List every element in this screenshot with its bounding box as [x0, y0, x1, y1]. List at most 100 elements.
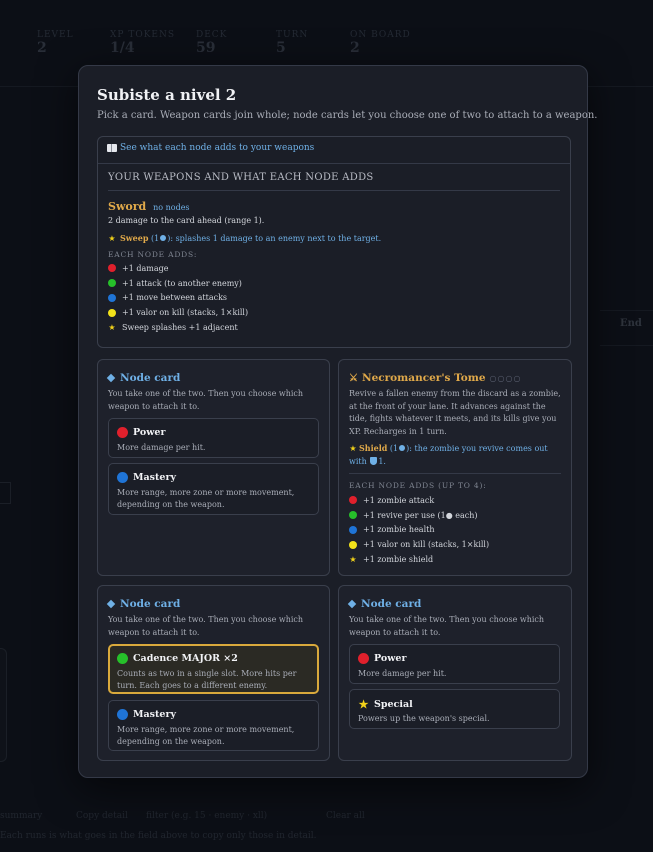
special-text: Sweep (1): splashes 1 damage to an enemy… — [120, 233, 381, 243]
special-cost: (1 — [389, 444, 399, 453]
special-name: Sweep — [120, 233, 149, 243]
star-icon: ★ — [349, 555, 357, 565]
card-description: You take one of the two. Then you choose… — [349, 615, 545, 637]
node-card[interactable]: Node card You take one of the two. Then … — [97, 359, 330, 576]
option-description: More damage per hit. — [358, 669, 447, 678]
special-name: Shield — [359, 443, 388, 453]
divider — [349, 473, 561, 474]
green-node-icon — [108, 279, 116, 288]
weapon-name: Sword no nodes — [108, 200, 190, 213]
list-item: +1 revive per use (1● each) — [349, 508, 489, 523]
option-title: Mastery — [117, 472, 176, 483]
node-option-cadence-major[interactable]: Cadence MAJOR ×2 Counts as two in a sing… — [108, 644, 319, 694]
modal-title: Subiste a nivel 2 — [97, 86, 237, 104]
node-option-mastery[interactable]: Mastery More range, more zone or more mo… — [108, 700, 319, 751]
crossed-swords-icon: ⚔ — [349, 372, 358, 384]
blue-node-icon — [117, 709, 128, 720]
list-item: +1 zombie attack — [349, 493, 489, 508]
list-item: +1 valor on kill (stacks, 1×kill) — [349, 537, 489, 552]
card-description: Revive a fallen enemy from the discard a… — [349, 389, 561, 436]
weapon-special: ★ Sweep (1): splashes 1 damage to an ene… — [108, 233, 381, 243]
weapon-card-necromancers-tome[interactable]: ⚔ Necromancer's Tome ○○○○ Revive a falle… — [338, 359, 572, 576]
level-up-modal: Subiste a nivel 2 Pick a card. Weapon ca… — [78, 65, 597, 778]
option-name: Power — [133, 427, 166, 438]
node-add-text: +1 damage — [122, 263, 169, 273]
each-node-heading: EACH NODE ADDS: — [108, 250, 198, 259]
option-description: Counts as two in a single slot. More hit… — [117, 669, 297, 690]
option-name: Mastery — [133, 472, 176, 483]
weapon-name-text: Sword — [108, 200, 147, 213]
node-card[interactable]: Node card You take one of the two. Then … — [338, 585, 572, 761]
node-add-text: +1 zombie health — [363, 525, 435, 535]
star-icon: ★ — [108, 323, 116, 333]
energy-icon — [399, 445, 406, 451]
weapons-info-toggle[interactable]: See what each node adds to your weapons — [107, 143, 314, 153]
yellow-node-icon — [108, 308, 116, 317]
card-title-text: Node card — [120, 372, 181, 384]
weapons-toggle-label: See what each node adds to your weapons — [120, 143, 315, 153]
book-icon — [107, 144, 117, 152]
green-node-icon — [117, 653, 128, 664]
special-cost: (1 — [150, 234, 160, 243]
card-title-text: Node card — [361, 598, 422, 610]
card-title: Node card — [347, 598, 422, 610]
diamond-icon — [106, 599, 116, 609]
option-description: Powers up the weapon's special. — [358, 714, 490, 723]
option-title: Cadence MAJOR ×2 — [117, 653, 238, 664]
node-option-power[interactable]: Power More damage per hit. — [108, 418, 319, 458]
node-adds-list: +1 damage +1 attack (to another enemy) +… — [108, 261, 248, 335]
special-cost-end: ): — [167, 234, 174, 243]
option-title: ★ Special — [358, 698, 413, 711]
blue-node-icon — [108, 293, 116, 302]
blue-node-icon — [117, 472, 128, 483]
list-item: +1 zombie health — [349, 523, 489, 538]
special-desc: splashes 1 damage to an enemy next to th… — [175, 234, 382, 243]
option-title: Power — [358, 653, 406, 664]
node-add-text: +1 attack (to another enemy) — [122, 278, 242, 288]
red-node-icon — [117, 427, 128, 438]
modal-subtitle: Pick a card. Weapon cards join whole; no… — [97, 110, 598, 121]
card-title: Node card — [106, 598, 181, 610]
list-item: +1 attack (to another enemy) — [108, 276, 248, 291]
special-cost-end: ): — [406, 444, 412, 453]
node-add-text: +1 revive per use (1● each) — [363, 510, 478, 520]
list-item: ★ +1 zombie shield — [349, 552, 489, 567]
node-add-text: +1 move between attacks — [122, 293, 228, 303]
weapons-info-panel: See what each node adds to your weapons … — [97, 136, 571, 348]
node-option-special[interactable]: ★ Special Powers up the weapon's special. — [349, 689, 560, 729]
card-title: Node card — [106, 372, 181, 384]
node-option-power[interactable]: Power More damage per hit. — [349, 644, 560, 684]
list-item: +1 move between attacks — [108, 291, 248, 306]
node-card[interactable]: Node card You take one of the two. Then … — [97, 585, 330, 761]
card-description: You take one of the two. Then you choose… — [108, 389, 304, 411]
node-add-text: +1 zombie attack — [363, 495, 435, 505]
node-add-text: +1 valor on kill (stacks, 1×kill) — [363, 540, 490, 550]
node-add-text: +1 zombie shield — [363, 555, 434, 565]
green-node-icon — [349, 511, 357, 520]
option-name: Mastery — [133, 709, 176, 720]
card-title: ⚔ Necromancer's Tome ○○○○ — [349, 372, 521, 384]
node-adds-list: +1 zombie attack +1 revive per use (1● e… — [349, 493, 489, 567]
card-title-text: Necromancer's Tome — [361, 372, 486, 384]
card-description: You take one of the two. Then you choose… — [108, 615, 304, 637]
option-description: More range, more zone or more movement, … — [117, 725, 295, 746]
divider — [98, 163, 570, 164]
red-node-icon — [358, 653, 369, 664]
blue-node-icon — [349, 525, 357, 534]
option-title: Mastery — [117, 709, 176, 720]
option-name: Special — [374, 699, 413, 710]
energy-icon — [160, 235, 167, 241]
special-value: 1. — [378, 457, 386, 466]
star-icon: ★ — [108, 233, 116, 243]
divider — [108, 190, 560, 191]
yellow-node-icon — [349, 540, 357, 549]
option-name: Power — [374, 653, 407, 664]
diamond-icon — [106, 373, 116, 383]
node-option-mastery[interactable]: Mastery More range, more zone or more mo… — [108, 463, 319, 515]
star-icon: ★ — [358, 698, 369, 711]
weapon-description: 2 damage to the card ahead (range 1). — [108, 216, 265, 225]
weapon-nodes-label: no nodes — [153, 203, 190, 212]
weapons-heading: YOUR WEAPONS AND WHAT EACH NODE ADDS — [108, 172, 374, 183]
card-title-text: Node card — [120, 598, 181, 610]
weapon-special: ★ Shield (1): the zombie you revive comes… — [349, 442, 564, 468]
